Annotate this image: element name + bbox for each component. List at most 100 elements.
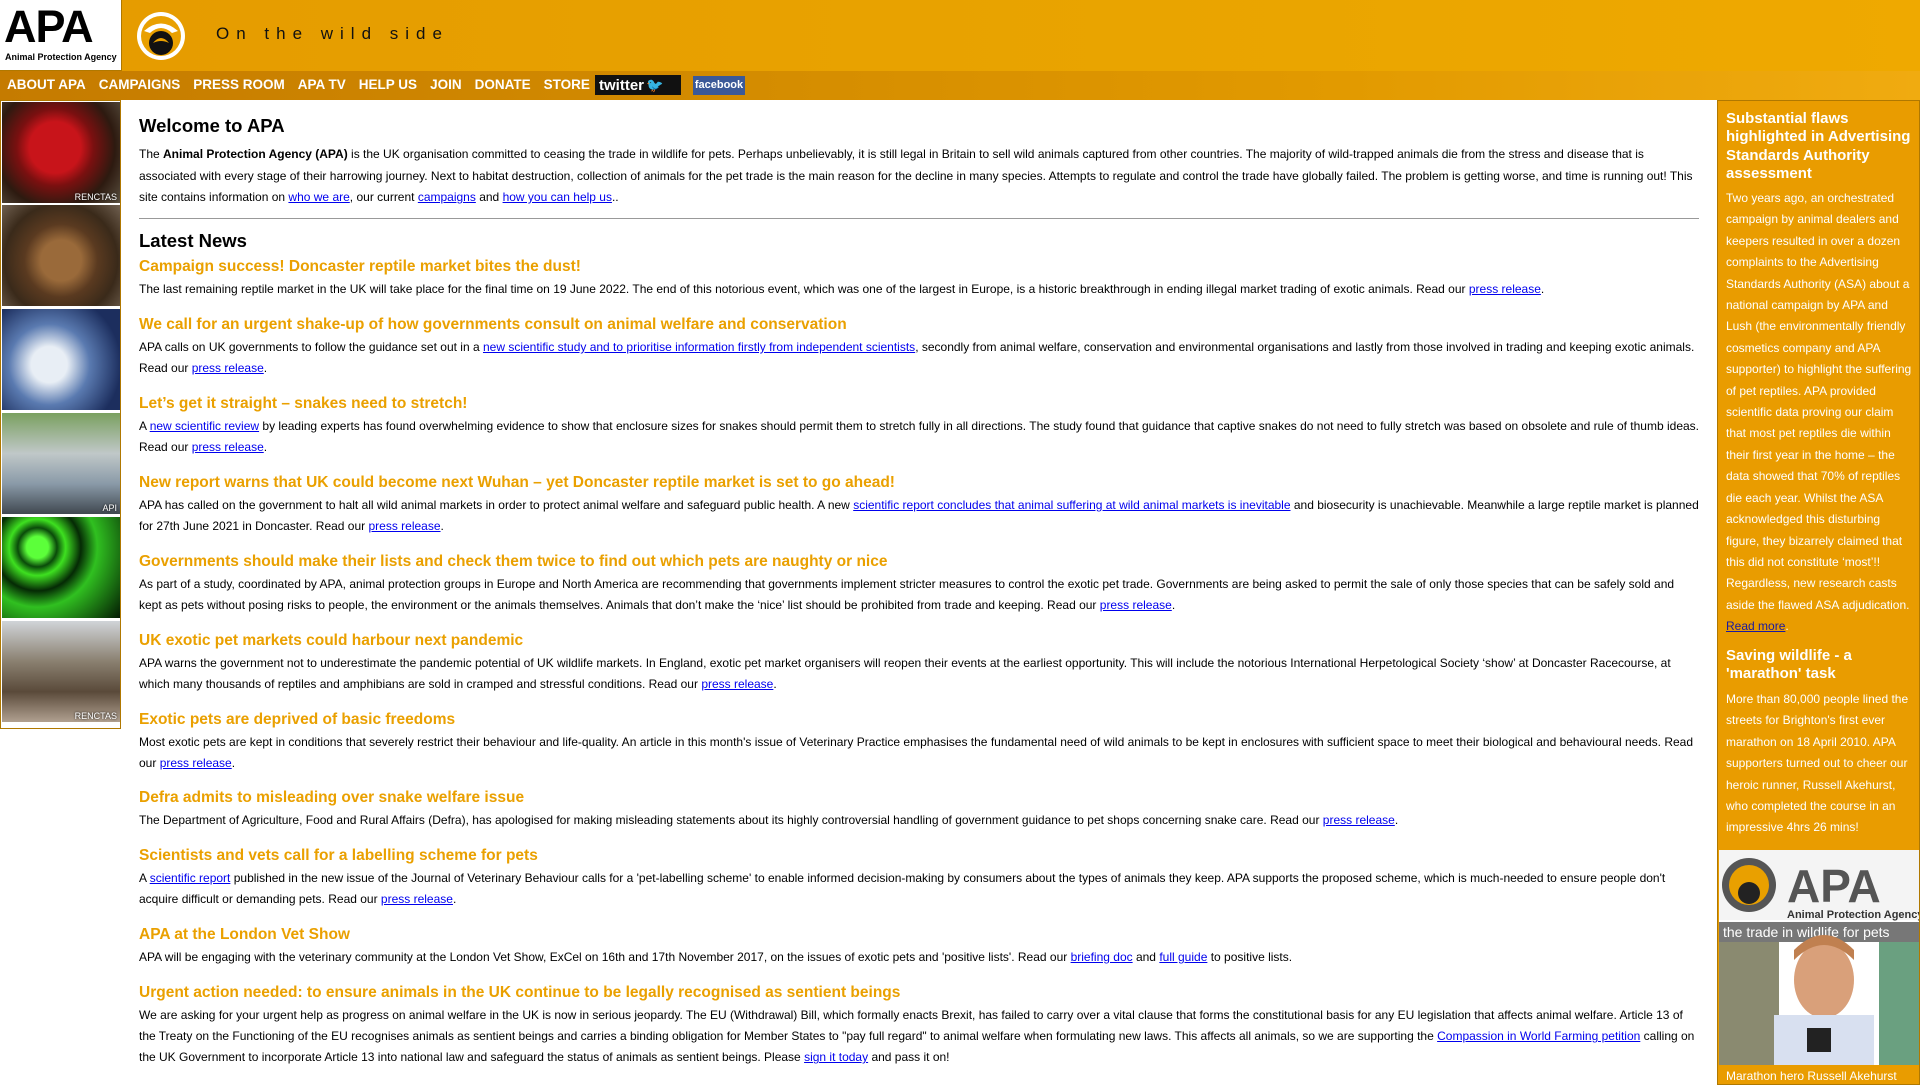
- news-body: We are asking for your urgent help as pr…: [139, 1005, 1699, 1069]
- photo-logo: APA: [1787, 860, 1881, 912]
- news-headline: Scientists and vets call for a labelling…: [139, 847, 538, 864]
- news-text: .: [263, 440, 268, 455]
- photo-banner-line-1: Animal Protection Agency: [1787, 909, 1919, 921]
- twitter-link[interactable]: twitter 🐦: [595, 75, 681, 95]
- news-text: .: [263, 361, 268, 376]
- news-headline: New report warns that UK could become ne…: [139, 474, 895, 491]
- intro-text: and: [475, 190, 503, 204]
- twitter-bird-icon: 🐦: [646, 77, 664, 93]
- marathon-heading: Saving wildlife - a 'marathon' task: [1726, 647, 1852, 683]
- scientific-study-link[interactable]: new scientific study and to prioritise i…: [483, 340, 915, 354]
- site-header: APA Animal Protection Agency On the wild…: [0, 0, 1920, 71]
- site-tagline: On the wild side: [216, 24, 449, 43]
- news-body: APA has called on the government to halt…: [139, 495, 1699, 537]
- news-item-sentient: Urgent action needed: to ensure animals …: [139, 984, 1699, 1069]
- news-item: Governments should make their lists and …: [139, 553, 1699, 616]
- news-text: .: [440, 519, 444, 534]
- marathon-runner-photo: APA Animal Protection Agency the trade i…: [1719, 850, 1919, 1065]
- news-headline: Urgent action needed: to ensure animals …: [139, 984, 901, 1001]
- news-text: APA has called on the government to halt…: [139, 498, 854, 512]
- news-body: APA will be engaging with the veterinary…: [139, 947, 1699, 968]
- main-navbar: ABOUT APA CAMPAIGNS PRESS ROOM APA TV HE…: [0, 71, 1920, 100]
- intro-paragraph: The Animal Protection Agency (APA) is th…: [139, 144, 1699, 209]
- press-release-link[interactable]: press release: [1469, 282, 1541, 296]
- news-item-vet-show: APA at the London Vet Show APA will be e…: [139, 926, 1699, 968]
- press-release-link[interactable]: press release: [381, 892, 453, 906]
- news-headline: Governments should make their lists and …: [139, 553, 888, 570]
- photo-credit: API: [102, 503, 117, 513]
- nav-press-room[interactable]: PRESS ROOM: [193, 77, 285, 92]
- nav-about-apa[interactable]: ABOUT APA: [7, 77, 86, 92]
- caged-birds-photo: API: [2, 413, 120, 514]
- how-you-can-help-link[interactable]: how you can help us: [503, 190, 612, 204]
- nav-join[interactable]: JOIN: [430, 77, 462, 92]
- photo-caption: Marathon hero Russell Akehurst: [1726, 1069, 1897, 1083]
- press-release-link[interactable]: press release: [192, 440, 264, 454]
- press-release-link[interactable]: press release: [1100, 598, 1172, 612]
- news-text: APA calls on UK governments to follow th…: [139, 340, 483, 354]
- facebook-link[interactable]: facebook: [693, 76, 745, 95]
- scientific-report-link[interactable]: scientific report concludes that animal …: [853, 498, 1290, 512]
- nav-apa-tv[interactable]: APA TV: [298, 77, 346, 92]
- nav-donate[interactable]: DONATE: [475, 77, 531, 92]
- photo-credit: RENCTAS: [74, 711, 117, 721]
- scientific-review-link[interactable]: new scientific review: [150, 419, 259, 433]
- news-text: to positive lists.: [1207, 950, 1293, 964]
- apa-emblem-icon: [137, 12, 185, 60]
- news-text: APA will be engaging with the veterinary…: [139, 950, 1071, 964]
- campaigns-link[interactable]: campaigns: [418, 190, 476, 204]
- news-item: Scientists and vets call for a labelling…: [139, 847, 1699, 910]
- news-item: New report warns that UK could become ne…: [139, 474, 1699, 537]
- news-text: and: [1132, 950, 1160, 964]
- news-text: .: [231, 756, 236, 771]
- press-release-link[interactable]: press release: [192, 361, 264, 375]
- runner-photo-graphic: APA Animal Protection Agency the trade i…: [1719, 850, 1919, 1065]
- press-release-link[interactable]: press release: [368, 519, 440, 533]
- news-body: As part of a study, coordinated by APA, …: [139, 574, 1699, 616]
- full-guide-link[interactable]: full guide: [1159, 950, 1207, 964]
- news-text: As part of a study, coordinated by APA, …: [139, 577, 1675, 613]
- news-text: and pass it on!: [868, 1050, 950, 1065]
- right-sidebar: Substantial flaws highlighted in Adverti…: [1717, 100, 1920, 1085]
- news-text: .: [452, 892, 457, 907]
- news-item: We call for an urgent shake-up of how go…: [139, 316, 1699, 379]
- earth-photo: [2, 309, 120, 410]
- apa-logo[interactable]: APA Animal Protection Agency: [0, 0, 122, 71]
- news-text: by leading experts has found overwhelmin…: [139, 419, 1700, 455]
- nav-campaigns[interactable]: CAMPAIGNS: [99, 77, 181, 92]
- read-more-link[interactable]: Read more: [1726, 619, 1785, 633]
- news-item: Defra admits to misleading over snake we…: [139, 789, 1699, 831]
- ciwf-petition-link[interactable]: Compassion in World Farming petition: [1437, 1029, 1640, 1043]
- news-headline: APA at the London Vet Show: [139, 926, 350, 943]
- logo-subtext: Animal Protection Agency: [5, 52, 117, 62]
- news-body: A scientific report published in the new…: [139, 868, 1699, 910]
- scientific-report-link[interactable]: scientific report: [150, 871, 231, 885]
- press-release-link[interactable]: press release: [160, 756, 232, 770]
- left-image-strip: RENCTAS API RENCTAS: [0, 100, 121, 729]
- nav-store[interactable]: STORE: [544, 77, 590, 92]
- news-body: Most exotic pets are kept in conditions …: [139, 732, 1699, 774]
- sign-it-today-link[interactable]: sign it today: [804, 1050, 868, 1064]
- news-text: published in the new issue of the Journa…: [139, 871, 1666, 907]
- news-body: APA warns the government not to underest…: [139, 653, 1699, 695]
- nav-help-us[interactable]: HELP US: [359, 77, 417, 92]
- asa-text: .: [1785, 619, 1789, 634]
- briefing-doc-link[interactable]: briefing doc: [1071, 950, 1133, 964]
- news-text: A: [139, 871, 150, 885]
- asa-heading: Substantial flaws highlighted in Adverti…: [1726, 110, 1911, 182]
- market-people-photo: RENCTAS: [2, 621, 120, 722]
- news-body: The last remaining reptile market in the…: [139, 279, 1699, 300]
- marathon-body: More than 80,000 people lined the street…: [1726, 692, 1909, 835]
- news-text: The Department of Agriculture, Food and …: [139, 813, 1323, 827]
- news-item: Exotic pets are deprived of basic freedo…: [139, 711, 1699, 774]
- news-text: A: [139, 419, 150, 433]
- press-release-link[interactable]: press release: [1323, 813, 1395, 827]
- press-release-link[interactable]: press release: [701, 677, 773, 691]
- twitter-label: twitter: [599, 77, 644, 94]
- logo-text: APA: [4, 1, 94, 52]
- news-item: UK exotic pet markets could harbour next…: [139, 632, 1699, 695]
- virus-photo: [2, 517, 120, 618]
- who-we-are-link[interactable]: who we are: [288, 190, 349, 204]
- news-text: .: [1171, 598, 1176, 613]
- intro-text: The: [139, 147, 164, 161]
